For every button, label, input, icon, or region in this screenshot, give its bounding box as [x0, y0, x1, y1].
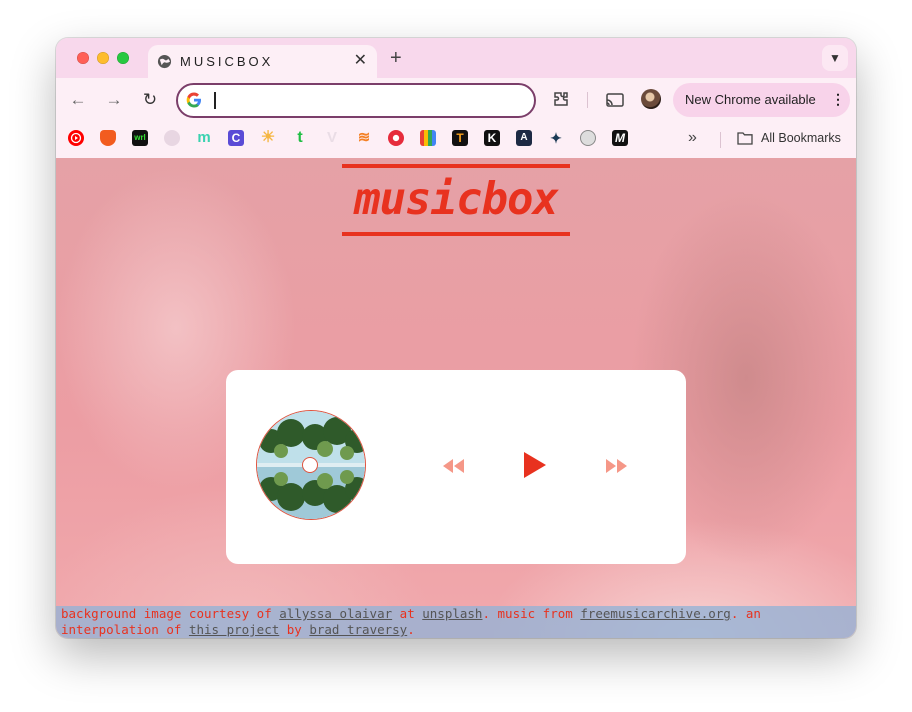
t-black-icon[interactable]: T: [452, 130, 468, 146]
m-black-icon[interactable]: M: [612, 130, 628, 146]
logo-bottom-rule: [342, 232, 570, 236]
youtube-music-icon[interactable]: [68, 130, 84, 146]
music-player: [226, 370, 686, 564]
sun-icon[interactable]: ☀: [260, 130, 276, 146]
m-icon[interactable]: m: [196, 130, 212, 146]
books-icon[interactable]: [420, 130, 436, 146]
credits-text-5: by: [279, 622, 310, 637]
disc-center-hole: [302, 457, 318, 473]
credits-text-1: background image courtesy of: [61, 606, 280, 621]
next-button[interactable]: [604, 458, 628, 474]
original-project-link[interactable]: this project: [189, 622, 279, 637]
credits-text-3: . music from: [482, 606, 581, 621]
v-icon[interactable]: V: [324, 130, 340, 146]
update-label: New Chrome available: [685, 92, 816, 107]
arrow-left-icon: ←: [69, 90, 87, 109]
tab-search-button[interactable]: ▼: [822, 45, 848, 71]
author-link[interactable]: brad traversy: [309, 622, 407, 637]
close-window-button[interactable]: [77, 52, 89, 64]
credits-text: background image courtesy of allyssa ola…: [61, 606, 851, 638]
toolbar-divider: [587, 92, 588, 108]
reload-button[interactable]: ↻: [138, 88, 162, 112]
credits-footer: background image courtesy of allyssa ola…: [56, 606, 856, 638]
k-icon[interactable]: K: [484, 130, 500, 146]
maximize-window-button[interactable]: [117, 52, 129, 64]
profile-avatar[interactable]: [641, 89, 661, 109]
browser-window: MUSICBOX ✕ + ▼ ← → ↻ New Chrome availabl…: [56, 38, 856, 638]
unsplash-link[interactable]: unsplash: [422, 606, 482, 621]
folder-icon[interactable]: [737, 132, 753, 145]
chevron-down-icon: ▼: [829, 51, 841, 65]
shield-icon[interactable]: [100, 130, 116, 146]
tab-strip: MUSICBOX ✕ + ▼: [56, 38, 856, 78]
address-input[interactable]: [218, 89, 522, 113]
bookmarks-divider: [720, 132, 721, 148]
credits-text-2: at: [392, 606, 423, 621]
forward-button[interactable]: →: [102, 88, 126, 112]
update-chrome-button[interactable]: New Chrome available ⋮: [673, 83, 850, 117]
more-bookmarks-icon[interactable]: »: [688, 129, 697, 147]
lab-icon[interactable]: [580, 130, 596, 146]
freemusicarchive-link[interactable]: freemusicarchive.org: [580, 606, 731, 621]
wrl-icon[interactable]: wrl: [132, 130, 148, 146]
back-button[interactable]: ←: [66, 88, 90, 112]
reload-icon: ↻: [142, 90, 158, 109]
logo: musicbox: [342, 164, 570, 236]
tab-musicbox[interactable]: MUSICBOX ✕: [148, 45, 377, 78]
github-icon[interactable]: [164, 130, 180, 146]
credits-text-6: .: [407, 622, 415, 637]
a-icon[interactable]: A: [516, 130, 532, 146]
t-icon[interactable]: t: [292, 130, 308, 146]
stack-icon[interactable]: ≋: [356, 130, 372, 146]
logo-top-rule: [342, 164, 570, 168]
cast-icon[interactable]: [604, 89, 626, 111]
all-bookmarks-link[interactable]: All Bookmarks: [761, 131, 841, 145]
new-tab-button[interactable]: +: [390, 46, 402, 70]
google-icon: [186, 92, 201, 108]
bookmarks-bar: wrl m C ☀ t V ≋ T K A ✦ M » All Bookmark…: [56, 122, 856, 158]
logo-text: musicbox: [354, 174, 559, 225]
photographer-link[interactable]: allyssa olaivar: [279, 606, 392, 621]
globe-icon: [157, 54, 172, 69]
album-cover: [256, 410, 366, 520]
record-icon[interactable]: [388, 130, 404, 146]
address-bar[interactable]: [176, 83, 536, 118]
bird-icon[interactable]: ✦: [548, 130, 564, 146]
tab-title: MUSICBOX: [180, 54, 274, 69]
more-menu-icon[interactable]: ⋮: [831, 90, 845, 108]
minimize-window-button[interactable]: [97, 52, 109, 64]
arrow-right-icon: →: [105, 90, 123, 109]
text-caret: [214, 92, 216, 109]
extensions-icon[interactable]: [550, 89, 572, 111]
prev-button[interactable]: [442, 458, 466, 474]
page-content: musicbox background image courtesy of al…: [56, 158, 856, 638]
c-icon[interactable]: C: [228, 130, 244, 146]
toolbar: ← → ↻ New Chrome available ⋮: [56, 78, 856, 122]
play-button[interactable]: [522, 450, 548, 480]
close-tab-icon[interactable]: ✕: [354, 52, 367, 70]
